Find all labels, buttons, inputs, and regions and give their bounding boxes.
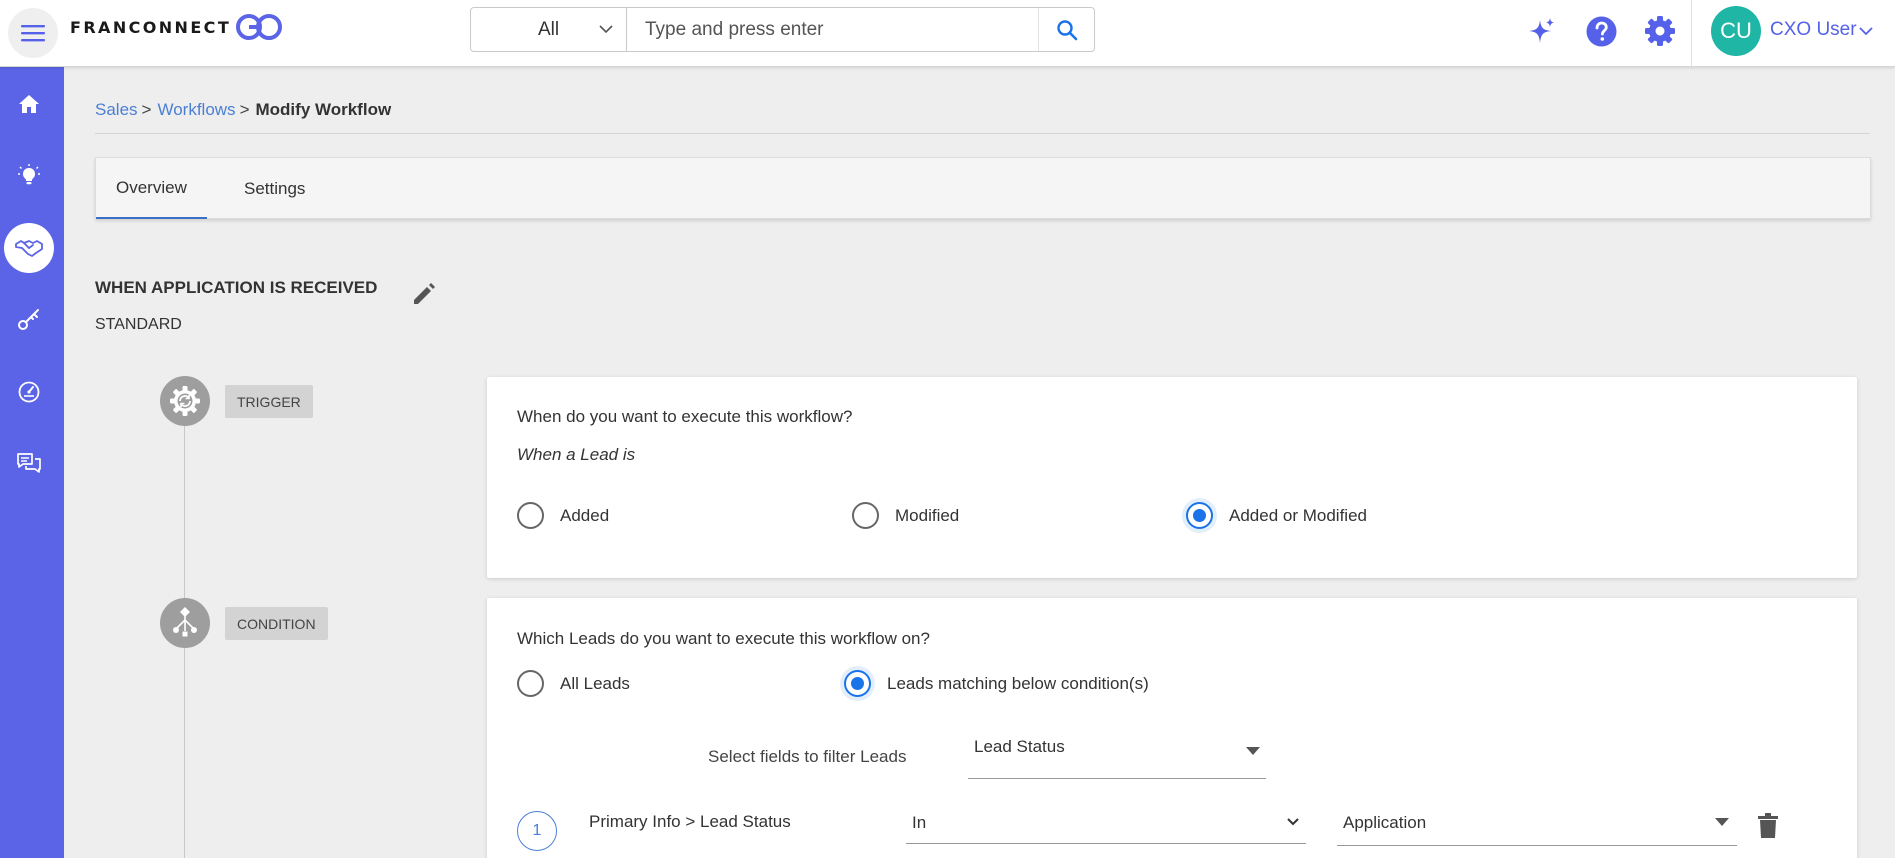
help-button[interactable]	[1584, 14, 1618, 48]
tab-settings[interactable]: Settings	[224, 158, 325, 219]
filter-field-select[interactable]: Lead Status	[968, 725, 1266, 779]
condition-badge: CONDITION	[225, 607, 328, 640]
flow-split-icon	[173, 607, 197, 637]
radio-label: Added or Modified	[1229, 505, 1367, 525]
radio-circle	[844, 670, 871, 697]
handshake-icon	[15, 240, 43, 257]
sidebar-item-dashboard[interactable]	[4, 367, 54, 417]
search-category-value: All	[537, 18, 560, 40]
ai-sparkle-button[interactable]	[1525, 14, 1559, 48]
top-bar: FRANCONNECT All Type and press enter CU …	[0, 0, 1895, 67]
trigger-card: When do you want to execute this workflo…	[487, 377, 1857, 578]
search-input[interactable]	[627, 8, 1038, 51]
avatar[interactable]: CU	[1711, 6, 1761, 56]
radio-label: Added	[560, 505, 610, 525]
sidebar-item-keys[interactable]	[4, 295, 54, 345]
search-category-select[interactable]: All	[471, 8, 627, 51]
gear-cycle-icon	[170, 386, 200, 416]
trigger-badge: TRIGGER	[225, 385, 313, 418]
user-name[interactable]: CXO User	[1770, 19, 1857, 41]
sparkle-icon	[1529, 18, 1554, 43]
search-button[interactable]	[1038, 8, 1094, 51]
radio-label: Modified	[895, 505, 960, 525]
chevron-down-icon	[599, 25, 613, 34]
trigger-subtitle: When a Lead is	[517, 445, 636, 464]
condition-operator-value: In	[912, 813, 927, 832]
radio-label: Leads matching below condition(s)	[887, 673, 1149, 693]
condition-field: Primary Info > Lead Status	[589, 812, 791, 831]
workflow-type: STANDARD	[95, 316, 182, 333]
sidebar-item-insights[interactable]	[4, 151, 54, 201]
brand-logo[interactable]: FRANCONNECT	[70, 10, 283, 44]
sidebar-item-messages[interactable]	[4, 439, 54, 489]
tab-label: Settings	[244, 178, 306, 198]
breadcrumb-separator: >	[141, 100, 152, 119]
radio-label: All Leads	[560, 673, 630, 693]
radio-circle	[517, 670, 544, 697]
dropdown-arrow-icon	[1715, 818, 1729, 826]
search-icon	[1056, 19, 1077, 40]
menu-button[interactable]	[8, 8, 58, 58]
chat-icon	[17, 453, 41, 473]
condition-question: Which Leads do you want to execute this …	[517, 629, 930, 648]
filter-label: Select fields to filter Leads	[708, 747, 907, 766]
workflow-title: WHEN APPLICATION IS RECEIVED	[95, 278, 378, 297]
trash-icon[interactable]	[1757, 813, 1779, 839]
breadcrumb-current: Modify Workflow	[255, 100, 392, 119]
gear-icon	[1645, 16, 1675, 46]
breadcrumb-divider	[95, 133, 1870, 134]
home-icon	[19, 95, 39, 113]
hamburger-icon	[21, 25, 45, 42]
dropdown-arrow-icon	[1246, 747, 1260, 755]
tab-overview[interactable]: Overview	[96, 158, 207, 219]
radio-modified[interactable]: Modified	[852, 502, 959, 529]
pencil-icon[interactable]	[410, 280, 438, 308]
help-icon	[1586, 16, 1616, 46]
brand-name: FRANCONNECT	[70, 17, 232, 37]
sidebar	[0, 67, 64, 858]
chevron-down-icon[interactable]	[1858, 24, 1874, 38]
gauge-icon	[18, 381, 40, 403]
header-divider	[1691, 0, 1692, 66]
trigger-question: When do you want to execute this workflo…	[517, 407, 853, 426]
radio-circle	[852, 502, 879, 529]
radio-all-leads[interactable]: All Leads	[517, 670, 630, 697]
trigger-step-icon	[160, 376, 210, 426]
tab-bar: Overview Settings	[95, 157, 1871, 219]
condition-value: Application	[1343, 813, 1427, 832]
go-logo-icon	[236, 14, 283, 40]
breadcrumb-link-sales[interactable]: Sales	[95, 100, 138, 120]
condition-card: Which Leads do you want to execute this …	[487, 598, 1857, 858]
condition-operator-select[interactable]: In	[906, 796, 1306, 844]
key-icon	[18, 309, 39, 330]
condition-step-icon	[160, 598, 210, 648]
radio-circle	[1186, 502, 1213, 529]
sidebar-item-sales[interactable]	[4, 223, 54, 273]
filter-field-value: Lead Status	[974, 737, 1065, 756]
global-search: All	[470, 7, 1095, 52]
chevron-down-icon	[1287, 818, 1299, 826]
condition-number: 1	[517, 811, 557, 851]
radio-added-or-modified[interactable]: Added or Modified	[1186, 502, 1367, 529]
sidebar-item-home[interactable]	[4, 79, 54, 129]
settings-button[interactable]	[1643, 14, 1677, 48]
condition-value-select[interactable]: Application	[1337, 796, 1737, 846]
breadcrumb: Sales > Workflows > Modify Workflow	[95, 100, 391, 120]
breadcrumb-separator: >	[239, 100, 250, 119]
breadcrumb-link-workflows[interactable]: Workflows	[157, 100, 235, 120]
tab-label: Overview	[116, 177, 187, 197]
radio-added[interactable]: Added	[517, 502, 609, 529]
lightbulb-icon	[18, 164, 40, 185]
radio-leads-matching[interactable]: Leads matching below condition(s)	[844, 670, 1149, 697]
radio-circle	[517, 502, 544, 529]
